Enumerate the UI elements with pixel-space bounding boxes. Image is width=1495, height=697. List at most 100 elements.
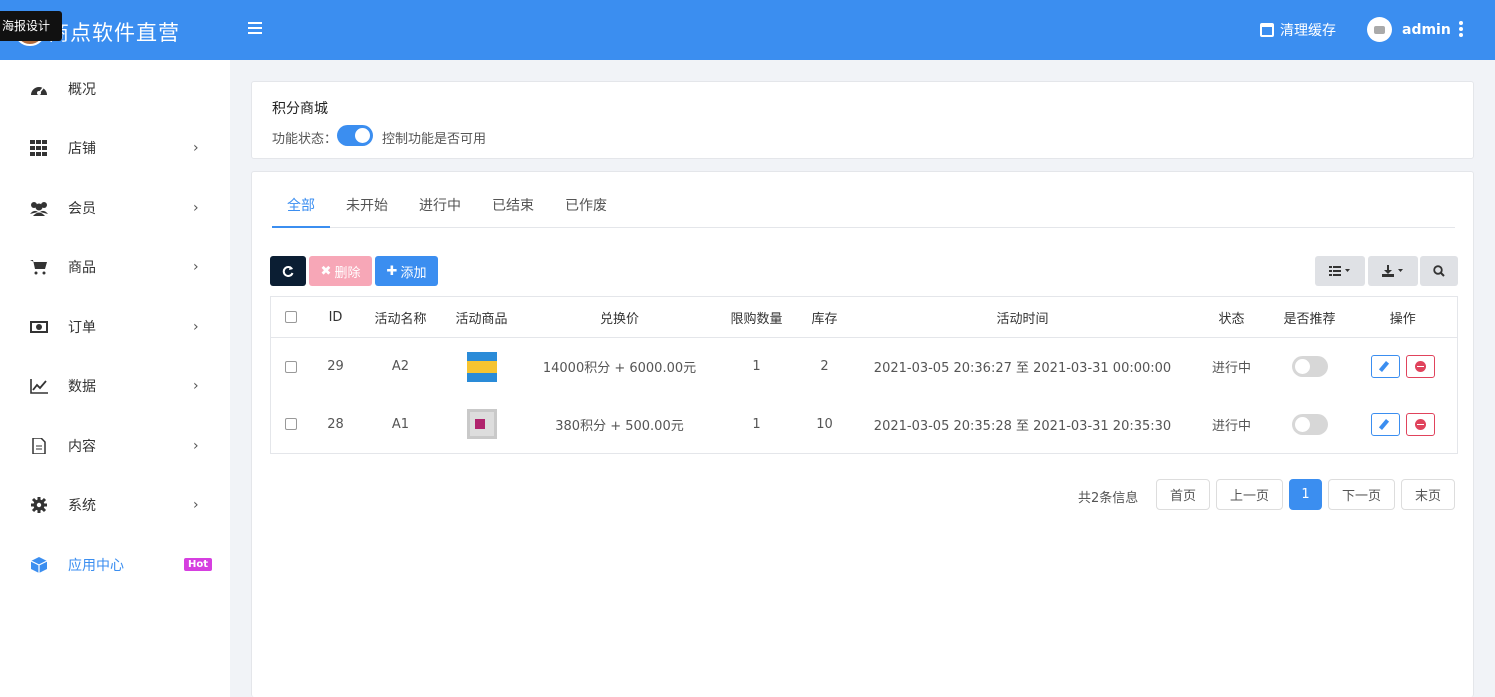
- feature-title: 积分商城: [272, 101, 328, 117]
- column-header: 限购数量: [716, 296, 797, 338]
- chevron-right-icon: ›: [193, 140, 199, 156]
- product-thumbnail[interactable]: [466, 351, 497, 382]
- cell-status: 进行中: [1211, 418, 1251, 434]
- column-header: 库存: [796, 296, 853, 338]
- username: admin: [1402, 21, 1451, 38]
- tab-in-progress[interactable]: 进行中: [415, 186, 465, 228]
- users-icon: [30, 202, 48, 216]
- sidebar: 概况 店铺 › 会员 › 商品 › 订单 › 数据 › 内容 › 系统 › 应用…: [0, 60, 230, 697]
- cell-actions: [1349, 396, 1458, 454]
- column-header: 活动商品: [440, 296, 523, 338]
- row-checkbox[interactable]: [284, 418, 297, 431]
- search-button[interactable]: [1420, 256, 1458, 286]
- cell-product: [441, 396, 523, 454]
- cart-icon: [30, 260, 47, 275]
- column-header: ID: [310, 296, 361, 338]
- prev-page-button[interactable]: 上一页: [1216, 479, 1283, 510]
- product-thumbnail[interactable]: [466, 409, 497, 440]
- remove-button[interactable]: [1405, 355, 1435, 379]
- delete-button[interactable]: ✖ 删除: [309, 256, 372, 286]
- sidebar-item-label: 内容: [68, 439, 96, 455]
- remove-button[interactable]: [1405, 412, 1435, 436]
- download-icon: [1382, 265, 1403, 277]
- main-panel: 全部 未开始 进行中 已结束 已作废 ✖ 删除 ✚ 添加 ID 活动名称 活动商…: [251, 171, 1474, 697]
- cell-time: 2021-03-05 20:36:27 至 2021-03-31 00:00:0…: [873, 361, 1172, 377]
- tab-not-started[interactable]: 未开始: [342, 186, 392, 228]
- cell-price: 14000积分 + 6000.00元: [542, 361, 697, 377]
- more-vertical-icon[interactable]: [1456, 21, 1466, 39]
- recommend-toggle[interactable]: [1291, 356, 1328, 378]
- refresh-button[interactable]: [270, 256, 306, 286]
- cell-price: 380积分 + 500.00元: [555, 418, 684, 434]
- plus-icon: ✚: [386, 263, 398, 279]
- recommend-toggle[interactable]: [1291, 413, 1328, 435]
- column-header: 是否推荐: [1270, 296, 1349, 338]
- sidebar-item-goods[interactable]: 商品 ›: [0, 247, 230, 287]
- tab-ended[interactable]: 已结束: [488, 186, 538, 228]
- cube-icon: [30, 557, 48, 573]
- money-icon: [30, 321, 48, 333]
- chevron-right-icon: ›: [193, 378, 199, 394]
- clear-cache-button[interactable]: 清理缓存: [1260, 20, 1336, 40]
- list-icon: [1329, 266, 1350, 276]
- sidebar-item-system[interactable]: 系统 ›: [0, 485, 230, 525]
- cell-id: 28: [327, 416, 344, 432]
- column-header: 活动时间: [852, 296, 1193, 338]
- next-page-button[interactable]: 下一页: [1328, 479, 1395, 510]
- status-description: 控制功能是否可用: [382, 132, 487, 147]
- chevron-right-icon: ›: [193, 259, 199, 275]
- sidebar-item-orders[interactable]: 订单 ›: [0, 307, 230, 347]
- add-button[interactable]: ✚ 添加: [375, 256, 438, 286]
- menu-toggle-icon[interactable]: [248, 22, 262, 36]
- chevron-right-icon: ›: [193, 438, 199, 454]
- current-page-button[interactable]: 1: [1289, 479, 1322, 510]
- tab-bar: 全部 未开始 进行中 已结束 已作废: [272, 186, 1455, 228]
- table-header-row: ID 活动名称 活动商品 兑换价 限购数量 库存 活动时间 状态 是否推荐 操作: [270, 296, 1458, 338]
- feature-panel: 积分商城 功能状态： 控制功能是否可用: [251, 81, 1474, 159]
- sidebar-item-members[interactable]: 会员 ›: [0, 188, 230, 228]
- edit-button[interactable]: [1370, 355, 1400, 379]
- select-all-cell: [270, 296, 311, 338]
- basket-icon: [1260, 23, 1274, 37]
- row-checkbox[interactable]: [284, 360, 297, 373]
- first-page-button[interactable]: 首页: [1156, 479, 1210, 510]
- cell-product: [441, 338, 523, 396]
- sidebar-item-overview[interactable]: 概况: [0, 69, 230, 109]
- sidebar-item-content[interactable]: 内容 ›: [0, 426, 230, 466]
- cell-name: A1: [391, 416, 410, 432]
- brand-name: 商点软件直营: [48, 21, 180, 45]
- cell-stock: 2: [820, 359, 829, 375]
- add-label: 添加: [400, 265, 427, 281]
- chevron-right-icon: ›: [193, 200, 199, 216]
- row-select-cell: [271, 338, 311, 396]
- sidebar-item-label: 店铺: [68, 141, 96, 157]
- last-page-button[interactable]: 末页: [1401, 479, 1455, 510]
- select-all-checkbox[interactable]: [284, 311, 297, 323]
- cell-actions: [1349, 338, 1458, 396]
- feature-toggle[interactable]: [337, 125, 373, 146]
- cell-recommend: [1271, 396, 1349, 454]
- sidebar-item-shop[interactable]: 店铺 ›: [0, 128, 230, 168]
- minus-circle-icon: [1414, 418, 1426, 430]
- columns-button[interactable]: [1315, 256, 1365, 286]
- table-row: 28 A1 380积分 + 500.00元 1 10 2021-03-05 20…: [271, 396, 1458, 454]
- hot-badge: Hot: [184, 558, 213, 571]
- cell-limit: 1: [752, 359, 761, 375]
- sidebar-item-label: 订单: [68, 320, 96, 336]
- column-header: 活动名称: [360, 296, 441, 338]
- chevron-right-icon: ›: [193, 319, 199, 335]
- column-header: 操作: [1348, 296, 1458, 338]
- tooltip: 海报设计: [0, 11, 62, 41]
- export-button[interactable]: [1368, 256, 1418, 286]
- tab-voided[interactable]: 已作废: [561, 186, 611, 228]
- sidebar-item-label: 系统: [68, 498, 96, 514]
- user-menu[interactable]: admin: [1367, 17, 1451, 42]
- delete-label: 删除: [334, 265, 361, 281]
- edit-button[interactable]: [1370, 412, 1400, 436]
- tab-all[interactable]: 全部: [272, 186, 330, 228]
- sidebar-item-data[interactable]: 数据 ›: [0, 366, 230, 406]
- document-icon: [32, 438, 46, 454]
- status-label: 功能状态：: [272, 132, 338, 147]
- sidebar-item-app-center[interactable]: 应用中心 Hot: [0, 545, 230, 585]
- sidebar-item-label: 概况: [68, 82, 96, 98]
